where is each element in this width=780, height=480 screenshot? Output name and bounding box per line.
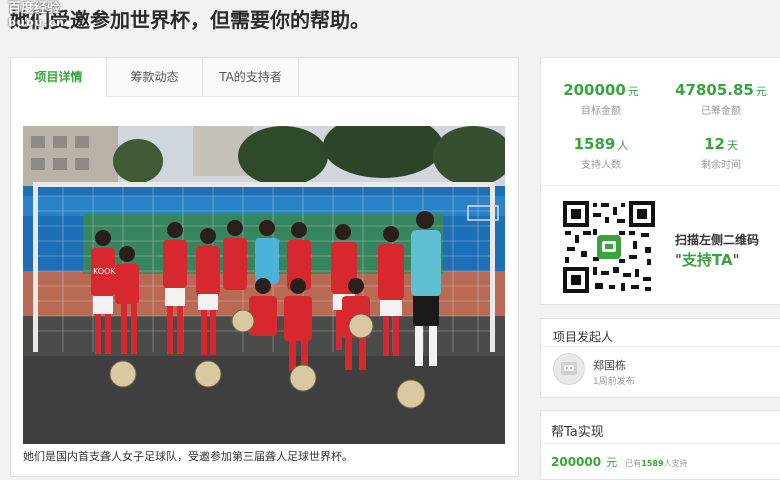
stat-raised: 47805.85 元 已筹金额: [661, 80, 780, 117]
watermark-line1: 百度经验: [8, 1, 61, 16]
help-card: 帮Ta实现 200000 元 已有1589人支持: [540, 410, 780, 480]
quote-open: ": [675, 251, 682, 269]
qr-code[interactable]: [563, 201, 655, 293]
sponsor-name[interactable]: 郑国栋: [593, 357, 626, 373]
target-label: 目标金额: [581, 106, 621, 117]
project-card: 项目详情 筹款动态 TA的支持者 KOOK 她们是国内首支聋人女子足球队，受邀参…: [10, 57, 519, 477]
raised-label: 已筹金额: [701, 106, 741, 117]
sponsor-title: 项目发起人: [553, 330, 614, 344]
quote-close: ": [732, 251, 740, 269]
supporters-unit: 人: [617, 139, 629, 152]
stat-supporters: 1589 人 支持人数: [541, 134, 661, 171]
remaining-unit: 天: [726, 139, 738, 152]
support-ta-label: "支持TA": [675, 249, 740, 270]
remaining-label: 剩余时间: [701, 160, 741, 171]
help-unit: 元: [606, 456, 618, 469]
jersey-text: KOOK: [93, 267, 116, 276]
help-title: 帮Ta实现: [551, 425, 604, 440]
sponsor-post-time: 1周前发布: [593, 377, 635, 387]
raised-unit: 元: [755, 85, 767, 98]
avatar-icon: [561, 362, 577, 375]
stat-remaining: 12 天 剩余时间: [661, 134, 780, 171]
stat-target: 200000 元 目标金额: [541, 80, 661, 117]
watermark: 百度经验 bubu.cn: [8, 2, 65, 30]
watermark-line2: bubu.cn: [8, 16, 65, 29]
team-photo: KOOK: [23, 126, 505, 444]
support-ta-text: 支持TA: [681, 251, 733, 269]
photo-caption: 她们是国内首支聋人女子足球队，受邀参加第三届聋人足球世界杯。: [23, 450, 353, 463]
funding-stats-card: 200000 元 目标金额 47805.85 元 已筹金额 1589 人 支持人数 1…: [540, 57, 780, 305]
target-unit: 元: [627, 85, 639, 98]
qr-scan-text: 扫描左侧二维码: [675, 233, 760, 247]
help-summary: 200000 元 已有1589人支持: [551, 451, 688, 470]
target-amount: 200000: [563, 81, 626, 99]
help-suffix: 人支持: [663, 459, 688, 468]
tab-fundraising-updates[interactable]: 筹款动态: [107, 58, 203, 96]
sponsor-card: 项目发起人 郑国栋 1周前发布: [540, 318, 780, 398]
supporters-label: 支持人数: [581, 160, 621, 171]
raised-amount: 47805.85: [675, 81, 754, 99]
sponsor-avatar[interactable]: [553, 353, 585, 385]
help-divider: [541, 443, 780, 444]
sponsor-divider: [541, 346, 780, 347]
tab-project-details[interactable]: 项目详情: [11, 58, 107, 97]
tab-supporters[interactable]: TA的支持者: [203, 58, 299, 96]
tab-bar: 项目详情 筹款动态 TA的支持者: [11, 58, 518, 97]
stats-divider: [541, 185, 780, 186]
remaining-days: 12: [704, 135, 725, 153]
supporters-count: 1589: [573, 135, 616, 153]
help-prefix: 已有: [625, 459, 642, 468]
help-count: 1589: [641, 459, 664, 468]
stats-grid: 200000 元 目标金额 47805.85 元 已筹金额 1589 人 支持人数 1…: [541, 58, 780, 183]
help-amount: 200000: [551, 455, 602, 469]
